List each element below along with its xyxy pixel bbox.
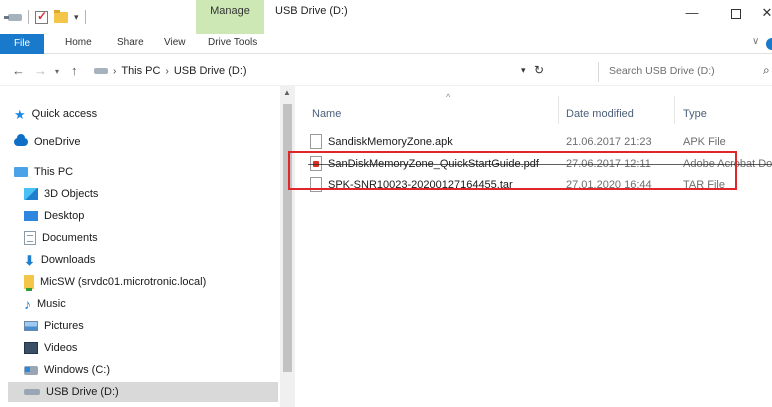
back-button[interactable]: ← — [12, 63, 25, 78]
recent-locations-chevron-icon[interactable]: ▾ — [55, 67, 59, 76]
pictures-icon — [24, 321, 38, 331]
file-list: ^ Name Date modified Type SandiskMemoryZ… — [296, 86, 772, 407]
address-row: ← → ▾ ↑ › This PC › USB Drive (D:) ▾ ↻ S… — [0, 56, 772, 86]
search-icon[interactable]: ⌕ — [763, 63, 770, 78]
address-bar[interactable]: › This PC › USB Drive (D:) — [92, 61, 512, 81]
cube-icon — [24, 188, 38, 200]
computer-icon — [14, 167, 28, 177]
sidebar-item-this-pc[interactable]: This PC — [14, 162, 73, 182]
search-placeholder: Search USB Drive (D:) — [609, 65, 715, 77]
sidebar-item-label: Documents — [42, 232, 98, 244]
sidebar-item-label: USB Drive (D:) — [46, 386, 119, 398]
expand-ribbon-chevron-icon[interactable]: ∨ — [752, 36, 759, 47]
sidebar-item-windows-c[interactable]: Windows (C:) — [24, 360, 110, 380]
customize-toolbar-chevron-icon[interactable]: ▾ — [74, 12, 79, 23]
column-divider[interactable] — [674, 96, 675, 124]
file-date: 21.06.2017 21:23 — [566, 136, 652, 148]
sidebar-item-micsw[interactable]: MicSW (srvdc01.microtronic.local) — [24, 272, 206, 292]
breadcrumb-usb-drive[interactable]: USB Drive (D:) — [174, 65, 247, 77]
breadcrumb-chevron-icon[interactable]: › — [165, 66, 168, 77]
file-name: SandiskMemoryZone.apk — [328, 136, 453, 148]
tab-view[interactable]: View — [164, 37, 186, 48]
maximize-icon — [731, 8, 741, 19]
sidebar-item-label: 3D Objects — [44, 188, 99, 200]
sidebar-item-desktop[interactable]: Desktop — [24, 206, 84, 226]
sidebar-item-label: Downloads — [40, 254, 96, 266]
network-folder-icon — [24, 275, 34, 291]
sidebar-item-onedrive[interactable]: OneDrive — [14, 132, 80, 152]
sidebar-item-label: Videos — [44, 342, 78, 354]
column-header-date-modified[interactable]: Date modified — [566, 108, 634, 120]
sidebar-item-3d-objects[interactable]: 3D Objects — [24, 184, 98, 204]
sidebar-item-pictures[interactable]: Pictures — [24, 316, 84, 336]
refresh-icon[interactable]: ↻ — [534, 63, 544, 77]
windows-drive-icon — [24, 365, 38, 375]
star-icon: ★ — [14, 106, 26, 122]
column-header-type[interactable]: Type — [683, 108, 707, 120]
usb-drive-icon — [24, 389, 40, 395]
drive-icon[interactable] — [4, 13, 22, 21]
title-bar: ▾ Manage USB Drive (D:) — ✕ — [0, 0, 772, 34]
sidebar-item-usb-drive[interactable]: USB Drive (D:) — [8, 382, 278, 402]
sidebar-item-label: This PC — [34, 166, 74, 178]
help-icon[interactable] — [766, 38, 772, 50]
download-icon: ⬇ — [24, 252, 35, 268]
sidebar-item-videos[interactable]: Videos — [24, 338, 77, 358]
column-header-name[interactable]: Name — [312, 108, 341, 120]
sidebar-item-label: Desktop — [44, 210, 85, 222]
desktop-icon — [24, 211, 38, 221]
sidebar-item-label: Pictures — [44, 320, 84, 332]
sort-ascending-icon: ^ — [446, 92, 451, 102]
tab-drive-tools[interactable]: Drive Tools — [208, 37, 257, 48]
file-type: APK File — [683, 136, 726, 148]
manage-context-tab[interactable]: Manage — [196, 0, 264, 34]
sidebar-item-documents[interactable]: Documents — [24, 228, 98, 248]
sidebar-item-downloads[interactable]: ⬇ Downloads — [24, 250, 95, 270]
quick-access-toolbar: ▾ — [4, 9, 86, 24]
toolbar-separator — [28, 10, 29, 24]
usb-drive-icon — [94, 68, 108, 74]
breadcrumb-chevron-icon[interactable]: › — [113, 66, 116, 77]
tab-share[interactable]: Share — [117, 37, 144, 48]
close-button[interactable]: ✕ — [752, 0, 772, 28]
sidebar-item-label: Quick access — [31, 108, 98, 120]
tab-file[interactable]: File — [0, 34, 44, 54]
sidebar-item-music[interactable]: ♪ Music — [24, 294, 66, 314]
tab-home[interactable]: Home — [65, 37, 92, 48]
minimize-button[interactable]: — — [672, 0, 712, 28]
window-title: USB Drive (D:) — [275, 5, 348, 17]
videos-icon — [24, 342, 38, 354]
new-folder-icon[interactable] — [54, 9, 68, 23]
sidebar-item-quick-access[interactable]: ★ Quick access — [14, 104, 97, 124]
up-button[interactable]: ↑ — [71, 63, 78, 78]
forward-button[interactable]: → — [34, 63, 47, 78]
sidebar-item-label: OneDrive — [34, 136, 81, 148]
address-history-chevron-icon[interactable]: ▾ — [521, 65, 526, 76]
sidebar-item-label: MicSW (srvdc01.microtronic.local) — [40, 276, 207, 288]
breadcrumb-this-pc[interactable]: This PC — [121, 65, 160, 77]
maximize-button[interactable] — [716, 0, 756, 28]
column-divider[interactable] — [558, 96, 559, 124]
sidebar-item-label: Windows (C:) — [44, 364, 111, 376]
manage-tab-label: Manage — [210, 5, 250, 17]
ribbon-tab-bar: File Home Share View Drive Tools ∨ — [0, 34, 772, 54]
navigation-scrollbar[interactable]: ▲ — [280, 86, 295, 407]
scroll-up-arrow-icon[interactable]: ▲ — [283, 88, 291, 97]
toolbar-separator — [84, 10, 86, 24]
music-icon: ♪ — [24, 296, 31, 312]
scrollbar-thumb[interactable] — [283, 104, 292, 372]
document-icon — [24, 231, 36, 245]
navigation-pane: ★ Quick access OneDrive This PC 3D Objec… — [0, 86, 280, 407]
search-input[interactable]: Search USB Drive (D:) ⌕ — [598, 62, 772, 82]
table-row[interactable]: SandiskMemoryZone.apk 21.06.2017 21:23 A… — [308, 132, 772, 152]
sidebar-item-label: Music — [37, 298, 66, 310]
file-icon — [310, 134, 322, 149]
cloud-icon — [14, 134, 28, 146]
properties-icon[interactable] — [35, 9, 48, 24]
highlight-annotation-box — [288, 151, 737, 190]
